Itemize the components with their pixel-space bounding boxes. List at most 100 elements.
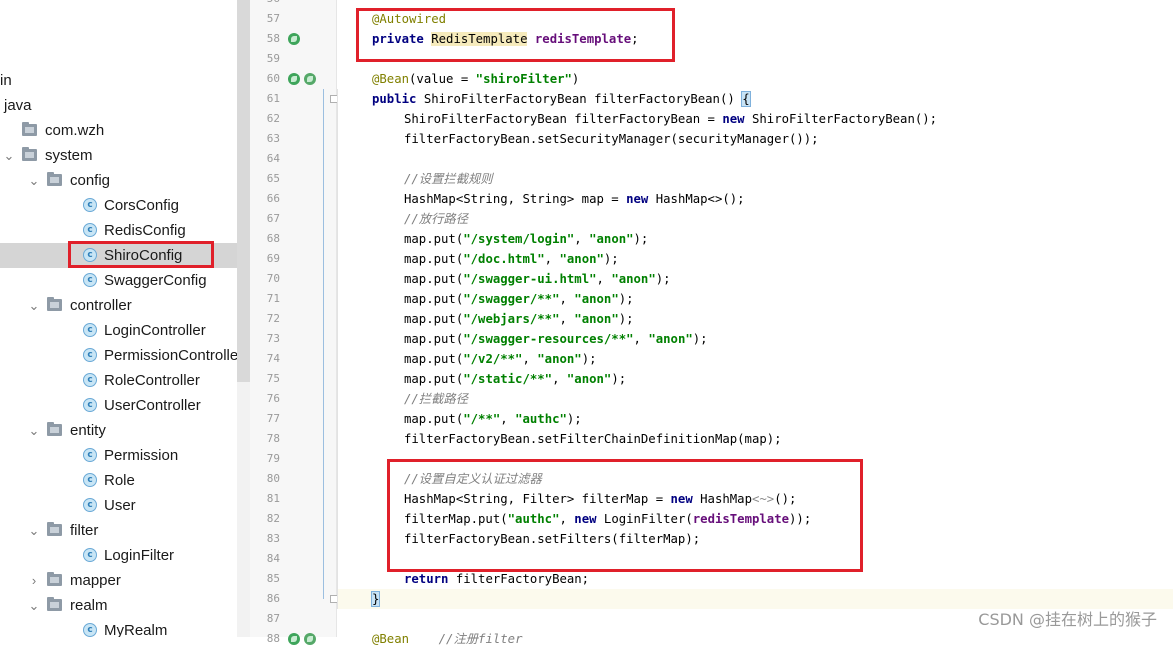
line-number[interactable]: 59 [252, 49, 280, 69]
tree-item-usercontroller[interactable]: c UserController [0, 393, 237, 418]
line-number[interactable]: 78 [252, 429, 280, 449]
line-number[interactable]: 66 [252, 189, 280, 209]
line-number[interactable]: 77 [252, 409, 280, 429]
code-line[interactable]: HashMap<String, String> map = new HashMa… [337, 189, 1173, 209]
tree-item-rolecontroller[interactable]: c RoleController [0, 368, 237, 393]
line-number[interactable]: 70 [252, 269, 280, 289]
code-line[interactable]: return filterFactoryBean; [337, 569, 1173, 589]
project-tree[interactable]: in java com.wzh ⌄ system ⌄ config c CorsConfig c R… [0, 0, 237, 637]
code-line[interactable]: map.put("/swagger-resources/**", "anon")… [337, 329, 1173, 349]
tree-item-permission[interactable]: c Permission [0, 443, 237, 468]
code-line[interactable]: @Autowired [337, 9, 1173, 29]
tree-item-com.wzh[interactable]: com.wzh [0, 118, 237, 143]
tree-item-config[interactable]: ⌄ config [0, 168, 237, 193]
chevron-down-icon[interactable]: ⌄ [27, 293, 41, 318]
tree-item-role[interactable]: c Role [0, 468, 237, 493]
chevron-down-icon[interactable]: ⌄ [27, 418, 41, 443]
code-line[interactable]: filterFactoryBean.setSecurityManager(sec… [337, 129, 1173, 149]
code-line[interactable]: map.put("/swagger-ui.html", "anon"); [337, 269, 1173, 289]
line-number[interactable]: 64 [252, 149, 280, 169]
code-line[interactable]: filterFactoryBean.setFilterChainDefiniti… [337, 429, 1173, 449]
scrollbar-thumb[interactable] [237, 0, 250, 382]
code-line[interactable]: HashMap<String, Filter> filterMap = new … [337, 489, 1173, 509]
code-line[interactable]: map.put("/swagger/**", "anon"); [337, 289, 1173, 309]
line-number[interactable]: 75 [252, 369, 280, 389]
project-tree-scrollbar[interactable] [237, 0, 250, 637]
tree-item-myrealm[interactable]: c MyRealm [0, 618, 237, 637]
code-line[interactable]: private RedisTemplate redisTemplate; [337, 29, 1173, 49]
line-number[interactable]: 82 [252, 509, 280, 529]
line-number[interactable]: 81 [252, 489, 280, 509]
chevron-down-icon[interactable]: ⌄ [27, 168, 41, 193]
code-line[interactable]: @Bean //注册filter [337, 629, 1173, 649]
spring-bean-icon[interactable] [304, 633, 316, 645]
code-line[interactable] [337, 49, 1173, 69]
code-line[interactable]: map.put("/v2/**", "anon"); [337, 349, 1173, 369]
line-number[interactable]: 73 [252, 329, 280, 349]
spring-bean-icon[interactable] [304, 73, 316, 85]
line-number[interactable]: 79 [252, 449, 280, 469]
code-line[interactable] [337, 449, 1173, 469]
tree-item-entity[interactable]: ⌄ entity [0, 418, 237, 443]
spring-autowire-icon[interactable] [288, 73, 300, 85]
line-number[interactable]: 72 [252, 309, 280, 329]
line-number[interactable]: 87 [252, 609, 280, 629]
code-line[interactable]: map.put("/static/**", "anon"); [337, 369, 1173, 389]
line-number[interactable]: 61 [252, 89, 280, 109]
line-number[interactable]: 57 [252, 9, 280, 29]
tree-item-controller[interactable]: ⌄ controller [0, 293, 237, 318]
code-line[interactable]: map.put("/**", "authc"); [337, 409, 1173, 429]
tree-item-swaggerconfig[interactable]: c SwaggerConfig [0, 268, 237, 293]
line-number[interactable]: 85 [252, 569, 280, 589]
tree-item-java[interactable]: java [0, 93, 237, 118]
line-number[interactable]: 71 [252, 289, 280, 309]
code-line[interactable]: map.put("/doc.html", "anon"); [337, 249, 1173, 269]
code-line[interactable]: //设置自定义认证过滤器 [337, 469, 1173, 489]
code-line[interactable]: map.put("/system/login", "anon"); [337, 229, 1173, 249]
tree-item-corsconfig[interactable]: c CorsConfig [0, 193, 237, 218]
code-line[interactable]: @Bean(value = "shiroFilter") [337, 69, 1173, 89]
line-number[interactable]: 80 [252, 469, 280, 489]
chevron-down-icon[interactable]: ⌄ [2, 143, 16, 168]
line-number[interactable]: 69 [252, 249, 280, 269]
line-number[interactable]: 83 [252, 529, 280, 549]
chevron-right-icon[interactable]: › [27, 568, 41, 593]
tree-item-logincontroller[interactable]: c LoginController [0, 318, 237, 343]
code-line[interactable]: public ShiroFilterFactoryBean filterFact… [337, 89, 1173, 109]
code-line[interactable] [337, 0, 1173, 9]
code-line[interactable]: map.put("/webjars/**", "anon"); [337, 309, 1173, 329]
code-line[interactable]: //放行路径 [337, 209, 1173, 229]
line-number[interactable]: 56 [252, 0, 280, 9]
line-number[interactable]: 74 [252, 349, 280, 369]
line-number[interactable]: 62 [252, 109, 280, 129]
code-line[interactable]: //设置拦截规则 [337, 169, 1173, 189]
tree-item-mapper[interactable]: › mapper [0, 568, 237, 593]
tree-item-system[interactable]: ⌄ system [0, 143, 237, 168]
code-line[interactable]: //拦截路径 [337, 389, 1173, 409]
tree-item-in[interactable]: in [0, 68, 237, 93]
line-number[interactable]: 86 [252, 589, 280, 609]
line-number[interactable]: 88 [252, 629, 280, 649]
code-line[interactable] [337, 549, 1173, 569]
line-number[interactable]: 84 [252, 549, 280, 569]
line-number[interactable]: 67 [252, 209, 280, 229]
line-number[interactable]: 65 [252, 169, 280, 189]
tree-item-user[interactable]: c User [0, 493, 237, 518]
line-number[interactable]: 58 [252, 29, 280, 49]
tree-item-shiroconfig[interactable]: c ShiroConfig [0, 243, 237, 268]
code-line[interactable]: ShiroFilterFactoryBean filterFactoryBean… [337, 109, 1173, 129]
code-editor[interactable]: @Autowired private RedisTemplate redisTem… [337, 0, 1173, 646]
tree-item-redisconfig[interactable]: c RedisConfig [0, 218, 237, 243]
line-number[interactable]: 60 [252, 69, 280, 89]
tree-item-permissioncontrolle[interactable]: c PermissionControlle [0, 343, 237, 368]
code-line[interactable] [337, 149, 1173, 169]
code-line[interactable]: filterFactoryBean.setFilters(filterMap); [337, 529, 1173, 549]
spring-autowire-icon[interactable] [288, 33, 300, 45]
tree-item-filter[interactable]: ⌄ filter [0, 518, 237, 543]
line-number[interactable]: 63 [252, 129, 280, 149]
tree-item-loginfilter[interactable]: c LoginFilter [0, 543, 237, 568]
chevron-down-icon[interactable]: ⌄ [27, 593, 41, 618]
spring-autowire-icon[interactable] [288, 633, 300, 645]
chevron-down-icon[interactable]: ⌄ [27, 518, 41, 543]
line-number[interactable]: 76 [252, 389, 280, 409]
